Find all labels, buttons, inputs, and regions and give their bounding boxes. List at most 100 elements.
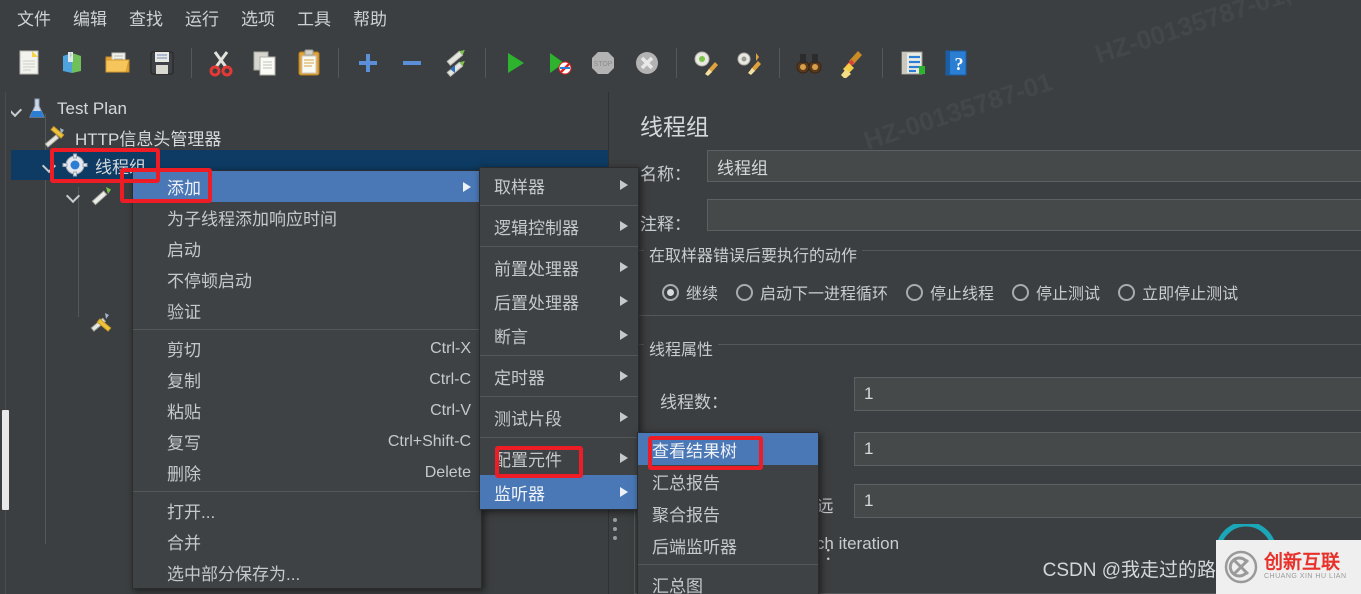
radio-stop-thread[interactable] — [906, 283, 924, 301]
menu-item-cut[interactable]: 剪切 Ctrl-X — [133, 333, 481, 364]
tree-node-assertion[interactable] — [88, 307, 121, 337]
radio-stop-test[interactable] — [1012, 283, 1030, 301]
menu-item-label: 复制 — [167, 372, 201, 391]
reset-search-icon[interactable] — [836, 46, 870, 80]
menu-tools[interactable]: 工具 — [286, 1, 342, 34]
listener-item-aggregate-graph[interactable]: 汇总图 — [638, 568, 818, 594]
listener-item-backend-listener[interactable]: 后端监听器 — [638, 529, 818, 561]
chevron-right-icon — [620, 371, 628, 381]
menu-item-label: 验证 — [167, 303, 201, 322]
tree-node-http-header-manager[interactable]: HTTP信息头管理器 — [42, 122, 221, 152]
radio-start-next-loop[interactable] — [736, 283, 754, 301]
name-input[interactable]: 线程组 — [707, 150, 1361, 182]
menu-search[interactable]: 查找 — [118, 1, 174, 34]
header-manager-icon — [42, 125, 68, 149]
menu-item-merge[interactable]: 合并 — [133, 526, 481, 557]
radio-stop-test-now[interactable] — [1118, 283, 1136, 301]
toolbar-separator-2 — [338, 48, 339, 78]
expand-icon[interactable] — [351, 46, 385, 80]
radio-start-next-loop-label: 启动下一进程循环 — [760, 286, 889, 303]
radio-continue[interactable] — [662, 283, 679, 301]
chevron-down-icon[interactable] — [42, 157, 58, 173]
cut-icon[interactable] — [204, 46, 238, 80]
menu-item-duplicate[interactable]: 复写 Ctrl+Shift-C — [133, 426, 481, 457]
menu-item-label: 添加 — [167, 179, 201, 198]
comment-input[interactable] — [707, 199, 1361, 231]
submenu-item-sampler[interactable]: 取样器 — [480, 168, 638, 202]
submenu-item-test-fragment[interactable]: 测试片段 — [480, 400, 638, 434]
menu-item-validate[interactable]: 验证 — [133, 295, 481, 326]
menu-item-remove[interactable]: 删除 Delete — [133, 457, 481, 488]
listener-item-view-results-tree[interactable]: 查看结果树 — [638, 433, 818, 465]
tree-node-test-plan[interactable]: Test Plan — [8, 94, 127, 124]
context-menu-level-2[interactable]: 取样器 逻辑控制器 前置处理器 后置处理器 断言 定时器 测试片段 配置元件 监… — [479, 167, 639, 510]
toolbar: STOP ? — [0, 34, 1361, 93]
submenu-item-timer[interactable]: 定时器 — [480, 359, 638, 393]
submenu-item-config-element[interactable]: 配置元件 — [480, 441, 638, 475]
menu-item-label: 监听器 — [494, 484, 545, 504]
menu-item-label: 测试片段 — [494, 409, 562, 429]
menu-item-add-think-times[interactable]: 为子线程添加响应时间 — [133, 202, 481, 233]
menu-item-label: 逻辑控制器 — [494, 218, 579, 238]
menu-item-open[interactable]: 打开... — [133, 495, 481, 526]
menu-item-copy[interactable]: 复制 Ctrl-C — [133, 364, 481, 395]
search-icon[interactable] — [792, 46, 826, 80]
listener-item-aggregate-report[interactable]: 聚合报告 — [638, 497, 818, 529]
menu-item-paste[interactable]: 粘贴 Ctrl-V — [133, 395, 481, 426]
menu-options[interactable]: 选项 — [230, 1, 286, 34]
menu-run[interactable]: 运行 — [174, 1, 230, 34]
chevron-down-icon[interactable] — [66, 187, 82, 203]
csdn-watermark: CSDN @我走过的路 — [1042, 560, 1216, 581]
tree-vertical-scrollbar[interactable] — [0, 92, 11, 594]
menu-help[interactable]: 帮助 — [342, 1, 398, 34]
submenu-item-pre-processor[interactable]: 前置处理器 — [480, 250, 638, 284]
menu-item-label: 为子线程添加响应时间 — [167, 210, 337, 229]
brand-watermark: 创新互联 CHUANG XIN HU LIAN — [1216, 540, 1361, 594]
menu-item-save-selection-as[interactable]: 选中部分保存为... — [133, 557, 481, 588]
chevron-right-icon — [620, 262, 628, 272]
submenu-item-assertion[interactable]: 断言 — [480, 318, 638, 352]
paste-icon[interactable] — [292, 46, 326, 80]
thread-properties-group-title: 线程属性 — [644, 336, 719, 360]
loop-count-input[interactable]: 1 — [854, 484, 1361, 518]
start-no-pause-icon[interactable] — [542, 46, 576, 80]
menu-separator — [480, 437, 638, 438]
toggle-icon[interactable] — [439, 46, 473, 80]
submenu-item-post-processor[interactable]: 后置处理器 — [480, 284, 638, 318]
stop-icon[interactable]: STOP — [586, 46, 620, 80]
radio-stop-test-now-label: 立即停止测试 — [1142, 286, 1239, 303]
submenu-item-logic-controller[interactable]: 逻辑控制器 — [480, 209, 638, 243]
radio-stop-thread-label: 停止线程 — [930, 286, 995, 303]
clear-icon[interactable] — [689, 46, 723, 80]
menu-item-label: 删除 — [167, 465, 201, 484]
menu-item-label: 不停顿启动 — [167, 272, 252, 291]
tree-node-http-sampler[interactable] — [66, 180, 121, 210]
save-icon[interactable] — [145, 46, 179, 80]
menu-separator — [480, 355, 638, 356]
menu-item-label: 前置处理器 — [494, 259, 579, 279]
menu-item-add[interactable]: 添加 — [133, 171, 481, 202]
context-menu-level-1[interactable]: 添加 为子线程添加响应时间 启动 不停顿启动 验证 剪切 Ctrl-X 复制 C… — [132, 170, 482, 589]
submenu-item-listener[interactable]: 监听器 — [480, 475, 638, 509]
menu-file[interactable]: 文件 — [6, 1, 62, 34]
listener-item-summary-report[interactable]: 汇总报告 — [638, 465, 818, 497]
thread-count-input[interactable]: 1 — [854, 377, 1361, 411]
ramp-up-input[interactable]: 1 — [854, 432, 1361, 466]
toolbar-separator-4 — [676, 48, 677, 78]
clear-all-icon[interactable] — [733, 46, 767, 80]
collapse-icon[interactable] — [395, 46, 429, 80]
function-helper-icon[interactable] — [895, 46, 929, 80]
menu-edit[interactable]: 编辑 — [62, 1, 118, 34]
help-icon[interactable]: ? — [939, 46, 973, 80]
new-icon[interactable] — [13, 46, 47, 80]
open-icon[interactable] — [101, 46, 135, 80]
scrollbar-thumb[interactable] — [2, 410, 9, 510]
templates-icon[interactable] — [57, 46, 91, 80]
copy-icon[interactable] — [248, 46, 282, 80]
start-icon[interactable] — [498, 46, 532, 80]
shutdown-icon[interactable] — [630, 46, 664, 80]
splitter-grip[interactable] — [613, 518, 617, 545]
menu-item-start[interactable]: 启动 — [133, 233, 481, 264]
menu-item-start-no-pauses[interactable]: 不停顿启动 — [133, 264, 481, 295]
context-menu-level-3[interactable]: 查看结果树 汇总报告 聚合报告 后端监听器 汇总图 — [637, 432, 819, 594]
